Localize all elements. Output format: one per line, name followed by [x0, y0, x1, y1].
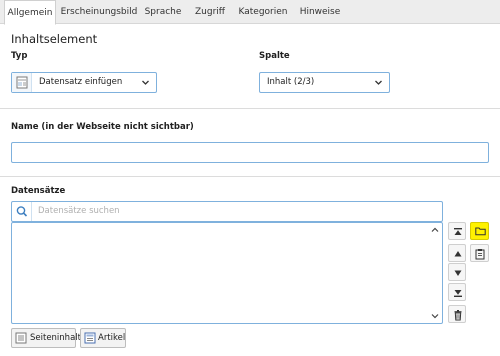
tab-bar: Allgemein Erscheinungsbild Sprache Zugri…: [0, 0, 500, 25]
column-select-value: Inhalt (2/3): [267, 77, 315, 87]
move-top-icon: [454, 228, 462, 235]
clipboard-icon: [475, 249, 485, 260]
move-up-button[interactable]: [448, 244, 466, 262]
tab-kategorien[interactable]: Kategorien: [235, 0, 291, 24]
tab-zugriff[interactable]: Zugriff: [190, 0, 230, 24]
browse-folder-button[interactable]: [470, 222, 489, 240]
tab-erscheinungsbild[interactable]: Erscheinungsbild: [60, 0, 138, 24]
clipboard-button[interactable]: [470, 244, 489, 262]
move-top-button[interactable]: [448, 222, 466, 240]
type-select-value: Datensatz einfügen: [39, 77, 123, 87]
records-list[interactable]: [11, 222, 443, 324]
type-label: Typ: [11, 51, 28, 61]
divider: [0, 176, 500, 177]
tab-allgemein[interactable]: Allgemein: [4, 0, 56, 25]
name-label: Name (in der Webseite nicht sichtbar): [11, 122, 194, 132]
move-down-icon: [454, 270, 462, 276]
records-label: Datensätze: [11, 186, 66, 196]
add-content-label: Seiteninhalt: [30, 333, 81, 343]
scroll-down-icon[interactable]: [431, 312, 439, 320]
add-content-button[interactable]: Seiteninhalt: [11, 328, 81, 348]
column-select[interactable]: Inhalt (2/3): [259, 72, 390, 93]
column-label: Spalte: [259, 51, 290, 61]
article-icon: [84, 332, 96, 344]
move-up-icon: [454, 251, 462, 257]
add-article-button[interactable]: Artikel: [80, 328, 126, 348]
tab-sprache[interactable]: Sprache: [140, 0, 186, 24]
divider: [0, 108, 500, 109]
chevron-down-icon: [142, 80, 149, 85]
delete-icon: [454, 310, 462, 321]
search-icon[interactable]: [12, 202, 32, 221]
section-title-content-element: Inhaltselement: [11, 32, 98, 46]
scroll-up-icon[interactable]: [431, 226, 439, 234]
folder-icon: [475, 227, 486, 236]
record-icon: [12, 73, 32, 92]
type-select[interactable]: Datensatz einfügen: [11, 72, 157, 93]
tab-hinweise[interactable]: Hinweise: [296, 0, 344, 24]
records-search-placeholder: Datensätze suchen: [38, 206, 120, 216]
move-bottom-button[interactable]: [448, 283, 466, 301]
move-down-button[interactable]: [448, 263, 466, 281]
delete-button[interactable]: [448, 305, 466, 323]
chevron-down-icon: [375, 80, 382, 85]
name-input[interactable]: [11, 142, 489, 163]
add-article-label: Artikel: [98, 333, 126, 343]
move-bottom-icon: [454, 290, 462, 297]
content-icon: [15, 332, 27, 344]
records-search-input[interactable]: Datensätze suchen: [11, 201, 443, 222]
